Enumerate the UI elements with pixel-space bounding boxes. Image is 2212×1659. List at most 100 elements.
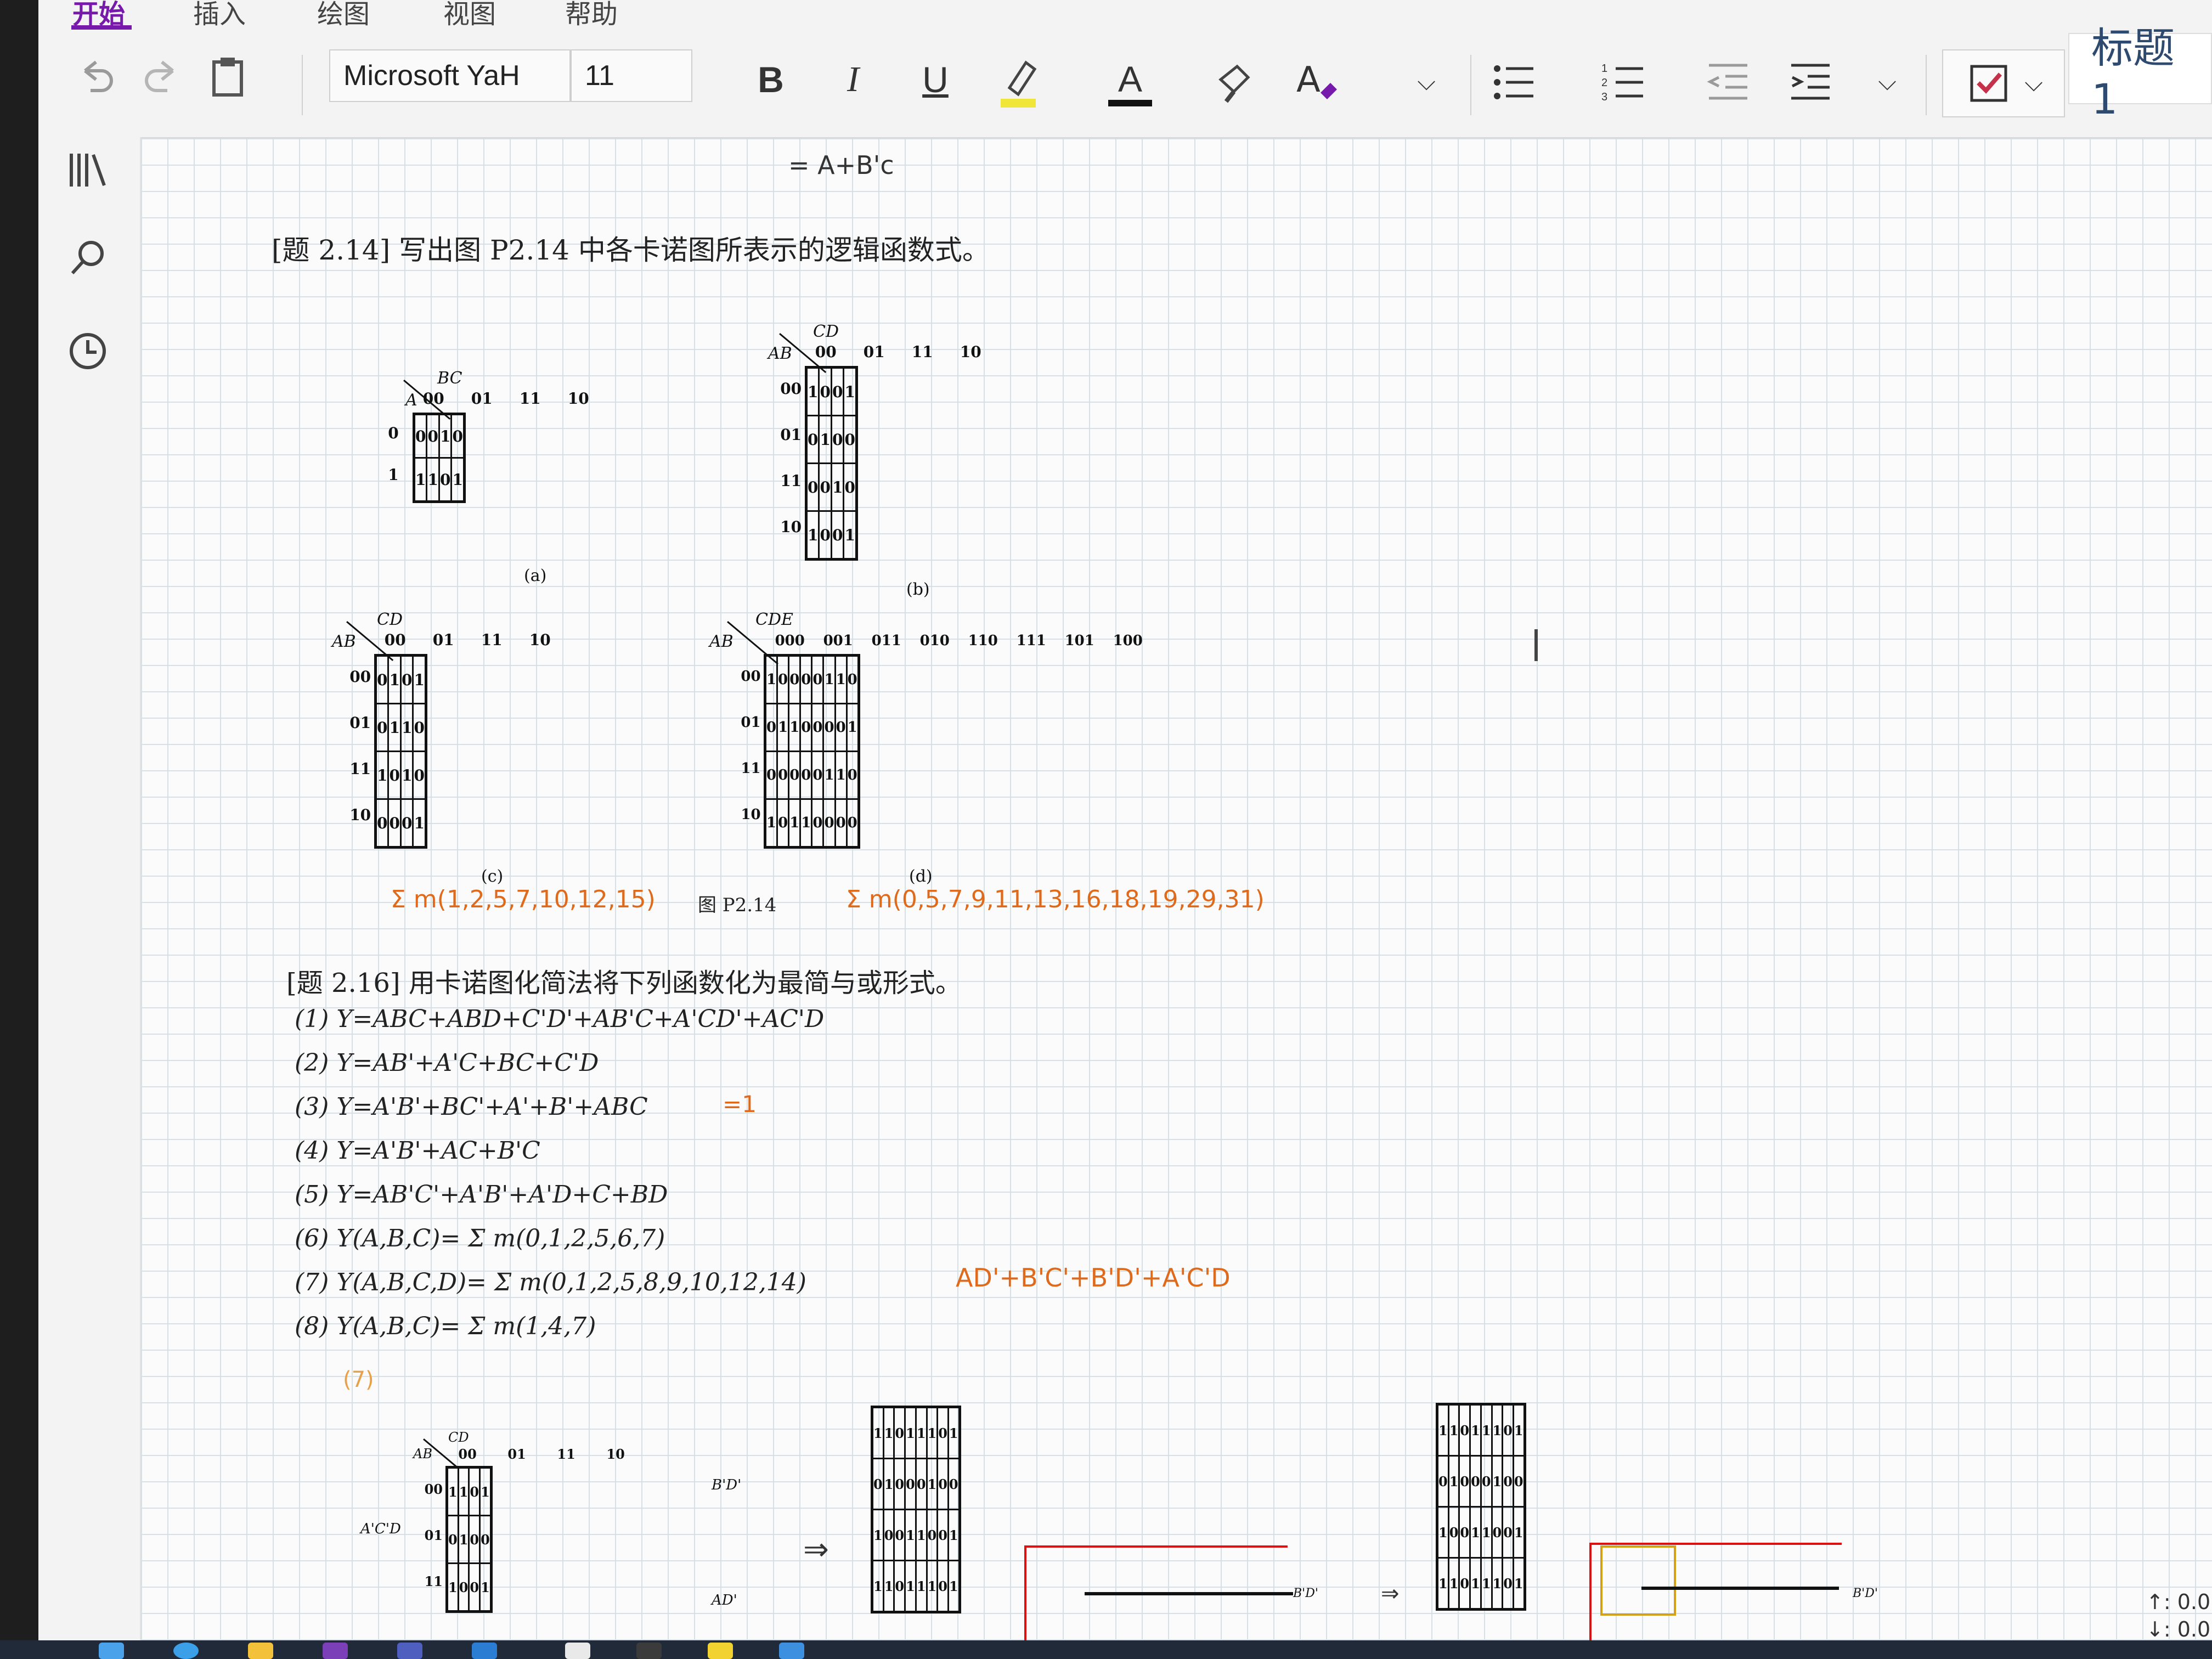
- app-icon[interactable]: [708, 1643, 733, 1659]
- toolbar-divider: [1926, 55, 1927, 115]
- group-label: A'C'D: [360, 1521, 401, 1537]
- kmap-col-var: CD: [377, 610, 403, 629]
- kmap-cell: 0: [1458, 1403, 1471, 1457]
- kmap-caption: (c): [481, 867, 504, 886]
- kmap-row-label: 01: [349, 714, 371, 732]
- kmap-cell: 0: [830, 366, 845, 416]
- kmap-row-var: AB: [768, 344, 792, 363]
- kmap-cell: 1: [1447, 1403, 1460, 1457]
- kmap-cell: 1: [834, 751, 848, 800]
- kmap-cell: 0: [374, 798, 390, 848]
- note-page-canvas[interactable]: = 0 = A+B'c [题 2.14] 写出图 P2.14 中各卡诺图所表示的…: [141, 138, 2212, 1640]
- highlighter-icon: [1001, 60, 1037, 108]
- italic-button[interactable]: I: [828, 55, 878, 104]
- problem-2-14-title: [题 2.14] 写出图 P2.14 中各卡诺图所表示的逻辑函数式。: [272, 234, 990, 266]
- active-tab-indicator: [71, 25, 132, 30]
- kmap-cell: 0: [893, 1509, 906, 1561]
- kmap-cell: 1: [947, 1560, 961, 1613]
- problem-item: (4) Y=A'B'+AC+B'C: [295, 1137, 540, 1165]
- svg-text:A: A: [1296, 60, 1321, 100]
- numbered-list-icon: 1 2 3: [1601, 63, 1643, 103]
- tab-draw[interactable]: 绘图: [317, 0, 370, 31]
- kmap-cell: 1: [947, 1406, 961, 1459]
- folder-icon[interactable]: [248, 1643, 273, 1659]
- tab-insert[interactable]: 插入: [193, 0, 246, 31]
- kmap-cell: 1: [1469, 1557, 1482, 1610]
- kmap-row-label: 01: [741, 714, 761, 731]
- notepad-icon[interactable]: [565, 1643, 590, 1659]
- todo-tag-button[interactable]: ⌵: [1942, 49, 2065, 117]
- more-paragraph-options-button[interactable]: ⌵: [1871, 66, 1904, 99]
- svg-text:2: 2: [1601, 77, 1607, 89]
- kmap-col-var: CDE: [755, 610, 793, 629]
- group-label: B'D': [1293, 1587, 1318, 1600]
- decrease-indent-button[interactable]: [1701, 55, 1756, 110]
- kmap-cell: 0: [926, 1509, 939, 1561]
- kmap-cell: 1: [871, 1560, 884, 1613]
- clear-formatting-button[interactable]: A: [1289, 55, 1344, 110]
- increase-indent-button[interactable]: [1783, 55, 1838, 110]
- problem-item: (7) Y(A,B,C,D)= Σ m(0,1,2,5,8,9,10,12,14…: [295, 1268, 806, 1296]
- text-cursor-icon: [1534, 629, 1538, 661]
- kmap-cell: 1: [1491, 1403, 1504, 1457]
- kmap-cell: 1: [412, 654, 427, 704]
- kmap-cell: 1: [822, 751, 836, 800]
- kmap-grid: 11011101010001001001100111011101: [871, 1406, 961, 1613]
- kmap-cell: 0: [893, 1406, 906, 1459]
- edge-icon[interactable]: [173, 1643, 199, 1659]
- start-icon[interactable]: [99, 1643, 124, 1659]
- bold-button[interactable]: B: [746, 55, 795, 104]
- highlight-button[interactable]: [993, 55, 1042, 110]
- kmap-cell: 0: [457, 1562, 470, 1612]
- kmap-grid: 00101101: [413, 413, 466, 503]
- bullets-button[interactable]: [1487, 55, 1542, 110]
- teams-icon[interactable]: [397, 1643, 422, 1659]
- checkbox-icon: [1970, 65, 2007, 102]
- kmap-cell: 1: [915, 1406, 928, 1459]
- kmap-cell: 0: [776, 751, 790, 800]
- kmap-cell: 1: [479, 1466, 492, 1516]
- paste-button[interactable]: [203, 52, 252, 101]
- kmap-cell: 1: [871, 1406, 884, 1459]
- kmap-row-label: 10: [741, 806, 761, 823]
- kmap-col-label: 100: [1113, 633, 1143, 649]
- tab-view[interactable]: 视图: [443, 0, 496, 31]
- recent-button[interactable]: [60, 324, 115, 379]
- search-button[interactable]: [60, 230, 115, 285]
- font-size-box[interactable]: 11: [571, 49, 692, 102]
- font-color-button[interactable]: A: [1103, 55, 1158, 110]
- checkmark-app-icon[interactable]: [779, 1643, 804, 1659]
- kmap-cell: 1: [1469, 1506, 1482, 1559]
- kmap-row-label: 01: [780, 426, 802, 444]
- kmap-cell: 1: [1480, 1403, 1493, 1457]
- kmap-cell: 1: [764, 798, 778, 848]
- onenote-icon[interactable]: [323, 1643, 348, 1659]
- redo-button[interactable]: [137, 52, 187, 101]
- kmap-cell: 0: [468, 1562, 481, 1612]
- more-font-options-button[interactable]: ⌵: [1410, 66, 1443, 99]
- undo-button[interactable]: [71, 52, 121, 101]
- notebooks-button[interactable]: [60, 143, 115, 198]
- terminal-icon[interactable]: [636, 1643, 662, 1659]
- kmap-cell: 1: [387, 703, 402, 752]
- kmap-cell: 0: [799, 654, 813, 704]
- kmap-cell: 1: [1469, 1403, 1482, 1457]
- vscode-icon[interactable]: [472, 1643, 497, 1659]
- redo-icon: [145, 60, 174, 92]
- underline-button[interactable]: U: [911, 55, 960, 104]
- kmap-cell: 0: [468, 1515, 481, 1564]
- format-painter-button[interactable]: [1207, 55, 1262, 110]
- numbering-button[interactable]: 1 2 3: [1596, 55, 1651, 110]
- kmap-col-label: 111: [1016, 633, 1046, 649]
- kmap-cell: 0: [882, 1509, 895, 1561]
- font-name-box[interactable]: Microsoft YaH: [329, 49, 571, 102]
- kmap-cell: 0: [468, 1466, 481, 1516]
- group-outline-black: [1085, 1592, 1293, 1595]
- style-heading1[interactable]: 标题 1: [2068, 24, 2212, 123]
- tab-help[interactable]: 帮助: [565, 0, 618, 31]
- kmap-cell: 1: [399, 751, 414, 800]
- kmap-cell: 0: [1458, 1455, 1471, 1508]
- kmap-cell: 0: [374, 703, 390, 752]
- kmap-cell: 0: [936, 1458, 949, 1510]
- kmap-cell: 0: [811, 798, 825, 848]
